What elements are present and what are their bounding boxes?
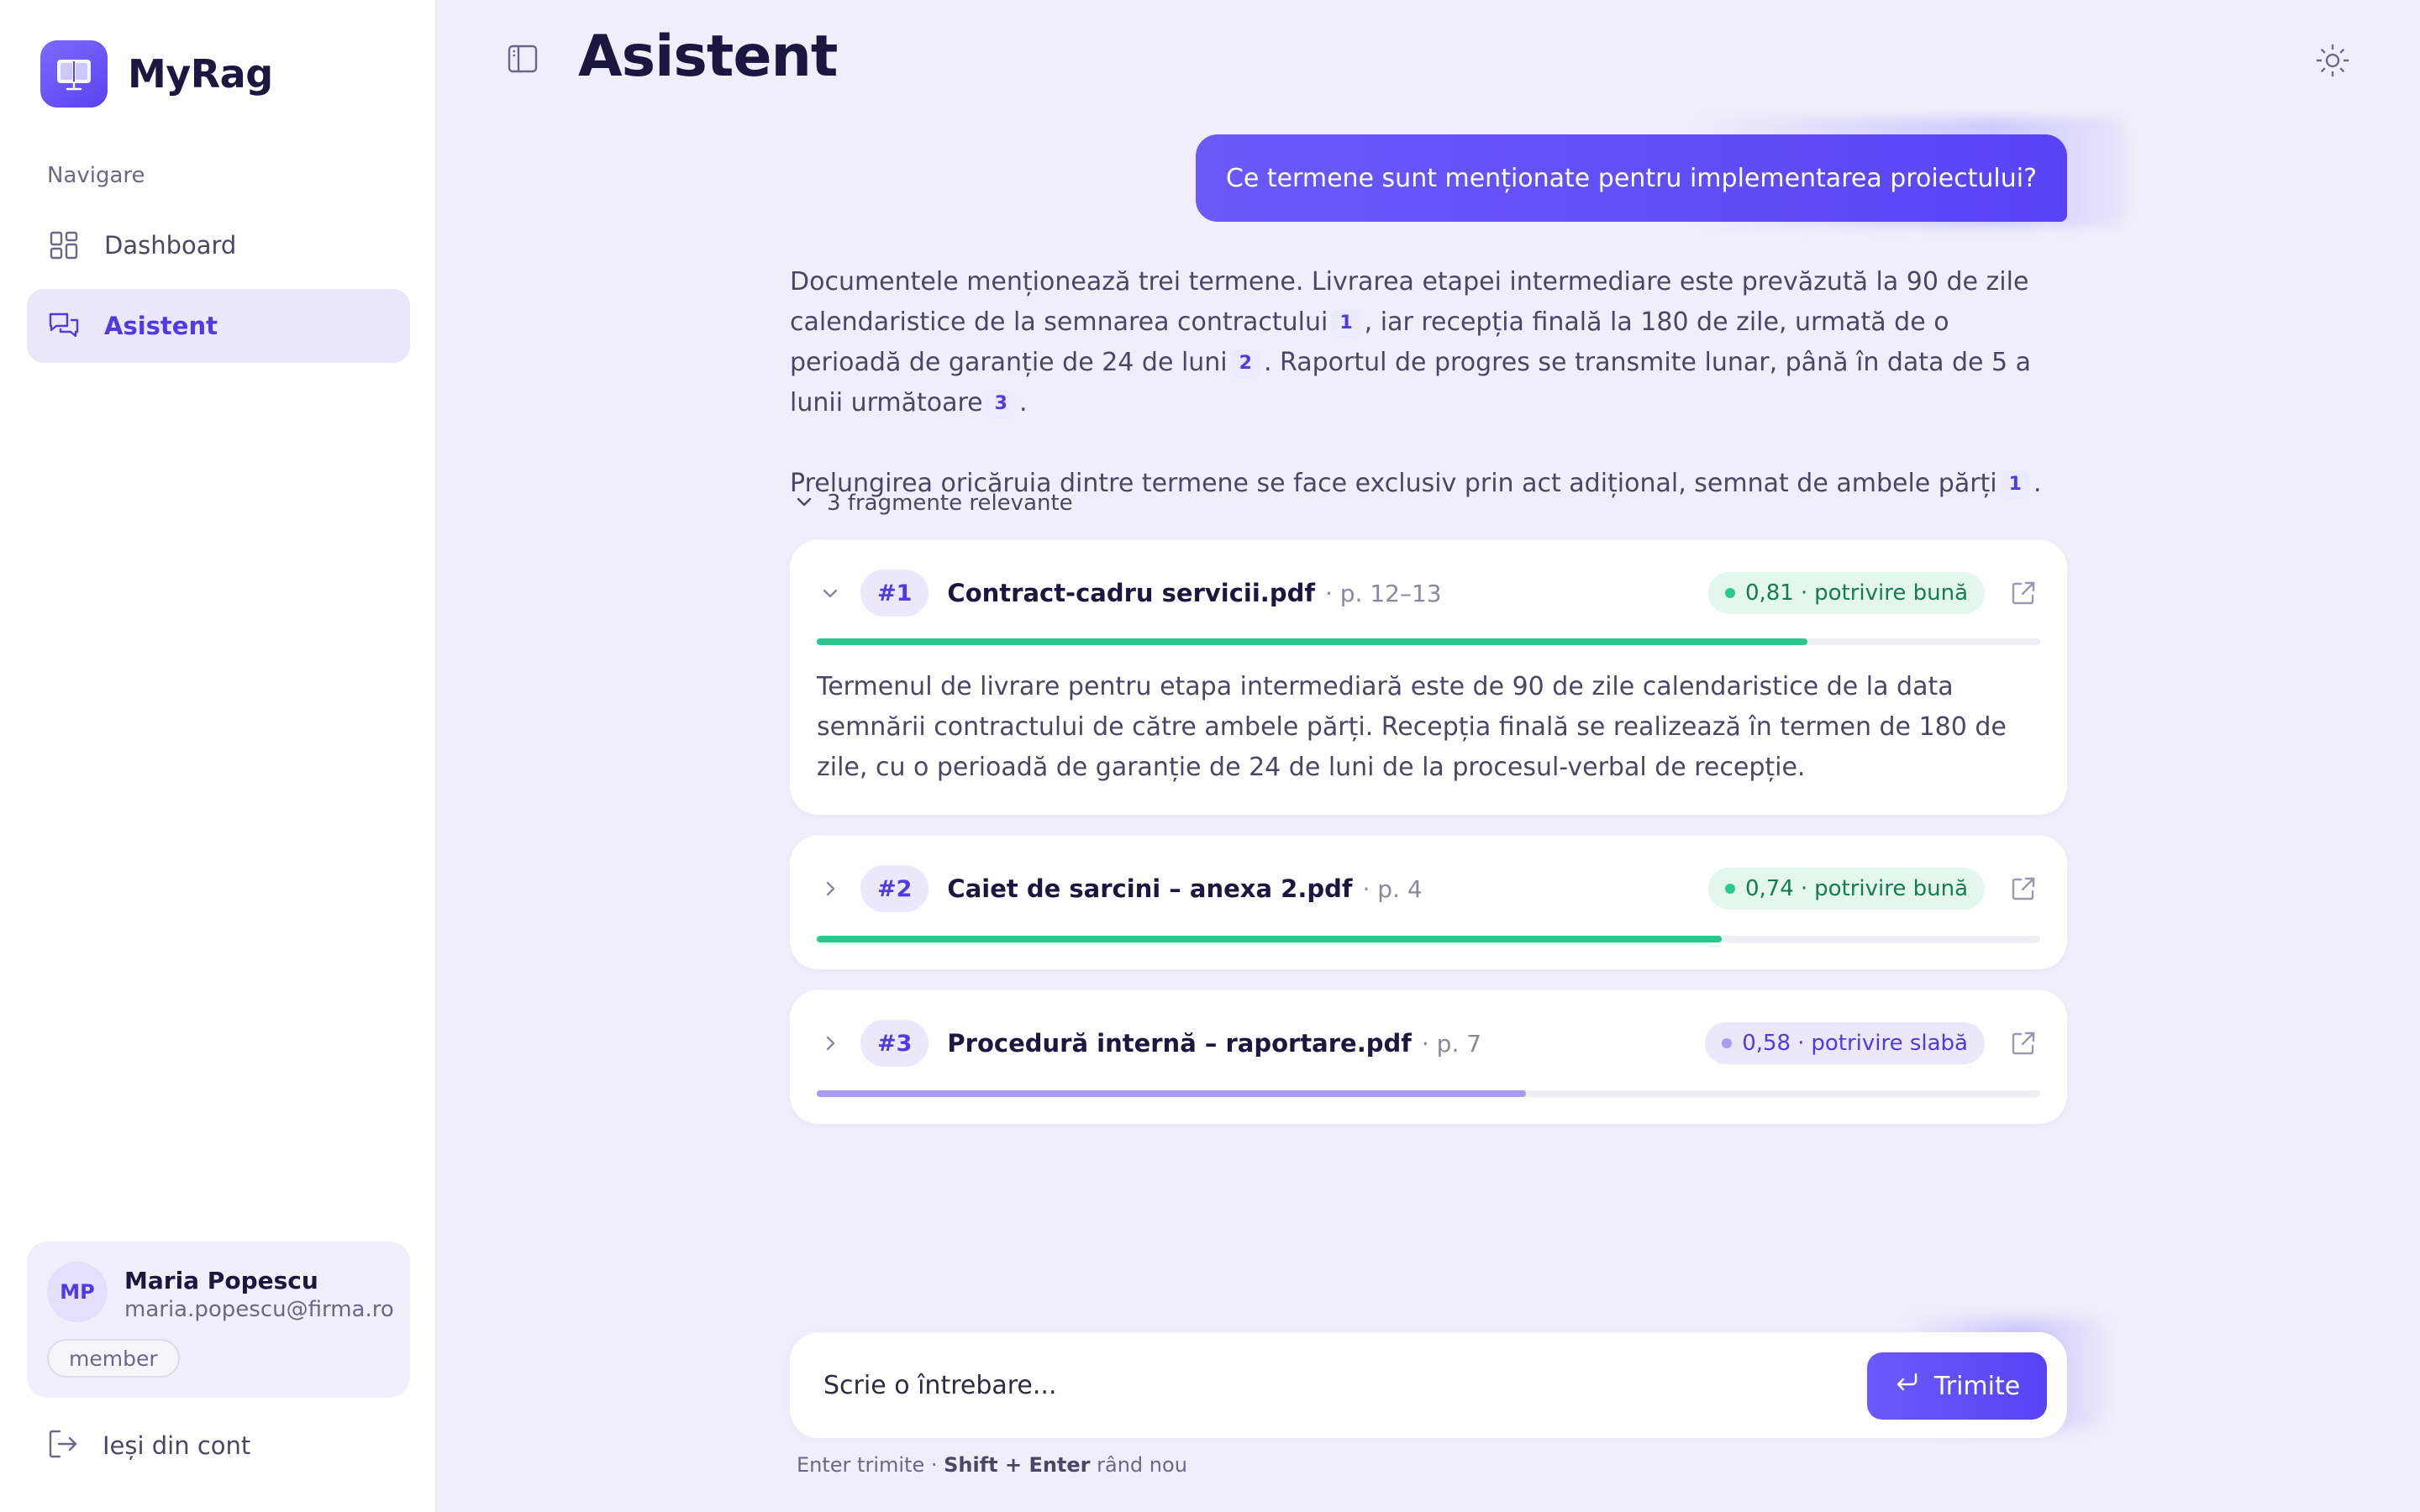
user-card: MP Maria Popescu maria.popescu@firma.ro … [27,1242,410,1398]
citation-badge[interactable]: 1 [2000,470,2030,499]
relevance-bar-fill [817,1090,1527,1097]
app-root: MyRag Navigare Dashboard Asistent MP Mar… [0,0,2420,1512]
score-separator: · [1800,580,1808,606]
user-name: Maria Popescu [124,1267,318,1294]
match-label: potrivire slabă [1811,1031,1968,1056]
grid-icon [47,228,81,262]
open-document-button[interactable] [2007,872,2040,906]
nav-heading: Navigare [47,163,145,188]
sidebar-item-asistent[interactable]: Asistent [27,289,410,363]
relevance-bar [817,936,2040,942]
logout-button[interactable]: Ieși din cont [47,1428,250,1463]
match-label: potrivire bună [1814,876,1968,901]
score-separator: · [1800,876,1808,901]
fragments-count-label: 3 fragmente relevante [827,491,1073,516]
theme-toggle-button[interactable] [2314,42,2351,79]
app-name: MyRag [128,51,273,97]
fragment-header[interactable]: #1 Contract-cadru servicii.pdf · p. 12–1… [817,570,2040,617]
hint-text: trimite · [850,1453,944,1477]
chevron-right-icon[interactable] [817,875,844,902]
score-value: 0,81 [1744,580,1794,606]
fragment-file-name: Caiet de sarcini – anexa 2.pdf [947,874,1353,903]
fragment-number: #3 [860,1020,929,1067]
question-input[interactable] [823,1357,1790,1413]
fragment-page: · p. 12–13 [1324,579,1442,607]
enter-arrow-icon [1894,1369,1921,1403]
role-badge: member [47,1339,180,1378]
fragment-file-name: Contract-cadru servicii.pdf [947,579,1315,607]
toggle-sidebar-button[interactable] [506,42,539,76]
logout-icon [47,1428,79,1463]
relevance-bar [817,638,2040,645]
composer-hint: Enter trimite · Shift + Enter rând nou [797,1453,1187,1477]
fragment-number: #1 [860,570,929,617]
fragment-number: #2 [860,865,929,912]
open-document-button[interactable] [2007,576,2040,610]
score-value: 0,58 [1742,1031,1791,1056]
sidebar-item-label: Asistent [104,312,218,340]
fragment-page: · p. 7 [1421,1029,1482,1058]
hint-key: Enter [797,1453,851,1477]
fragment-header[interactable]: #3 Procedură internă – raportare.pdf · p… [817,1020,2040,1067]
user-email: maria.popescu@firma.ro [124,1297,394,1322]
match-label: potrivire bună [1814,580,1968,606]
score-separator: · [1797,1031,1805,1056]
citation-badge[interactable]: 1 [1331,309,1361,338]
sidebar-item-dashboard[interactable]: Dashboard [27,208,410,282]
chevron-right-icon[interactable] [817,1030,844,1057]
fragment-file-name: Procedură internă – raportare.pdf [947,1029,1412,1058]
chat-icon [47,309,81,343]
answer-paragraph: Documentele menționează trei termene. Li… [790,262,2067,423]
hint-text: rând nou [1090,1453,1187,1477]
sun-icon [2314,44,2351,82]
send-label: Trimite [1933,1371,2021,1401]
fragment-card: #2 Caiet de sarcini – anexa 2.pdf · p. 4… [790,835,2067,969]
external-link-icon [2012,581,2035,605]
logout-label: Ieși din cont [103,1431,251,1460]
sidebar-item-label: Dashboard [104,231,237,260]
avatar: MP [47,1262,108,1322]
relevance-bar [817,1090,2040,1097]
score-badge: 0,81 · potrivire bună [1707,572,1985,614]
fragment-header[interactable]: #2 Caiet de sarcini – anexa 2.pdf · p. 4… [817,865,2040,912]
composer: Trimite [790,1332,2067,1438]
chevron-down-icon [793,491,815,516]
status-dot-icon [1722,1038,1733,1048]
brand[interactable]: MyRag [40,40,273,108]
score-badge: 0,58 · potrivire slabă [1705,1022,1985,1064]
user-message: Ce termene sunt menționate pentru implem… [1195,134,2067,222]
fragments-toggle[interactable]: 3 fragmente relevante [793,491,1073,516]
assistant-answer: Documentele menționează trei termene. Li… [790,262,2067,504]
external-link-icon [2012,1032,2035,1055]
answer-text: . [1018,388,1028,417]
citation-badge[interactable]: 2 [1230,349,1260,378]
chevron-down-icon[interactable] [817,580,844,606]
fragment-page: · p. 4 [1362,874,1423,903]
answer-text: . [2033,469,2042,498]
fragment-card: #3 Procedură internă – raportare.pdf · p… [790,990,2067,1124]
score-badge: 0,74 · potrivire bună [1707,868,1985,910]
score-value: 0,74 [1744,876,1794,901]
fragment-card: #1 Contract-cadru servicii.pdf · p. 12–1… [790,539,2067,815]
book-monitor-icon [40,40,108,108]
sidebar: MyRag Navigare Dashboard Asistent MP Mar… [0,0,437,1512]
fragment-text: Termenul de livrare pentru etapa interme… [817,672,2007,782]
relevance-bar-fill [817,638,1808,645]
hint-key: Shift + Enter [944,1453,1091,1477]
external-link-icon [2012,877,2035,900]
open-document-button[interactable] [2007,1026,2040,1060]
status-dot-icon [1724,588,1735,598]
sidebar-panel-icon [506,45,539,79]
relevance-bar-fill [817,936,1723,942]
status-dot-icon [1724,884,1735,894]
citation-badge[interactable]: 3 [986,390,1016,418]
page-title: Asistent [578,24,838,90]
send-button[interactable]: Trimite [1867,1352,2047,1420]
